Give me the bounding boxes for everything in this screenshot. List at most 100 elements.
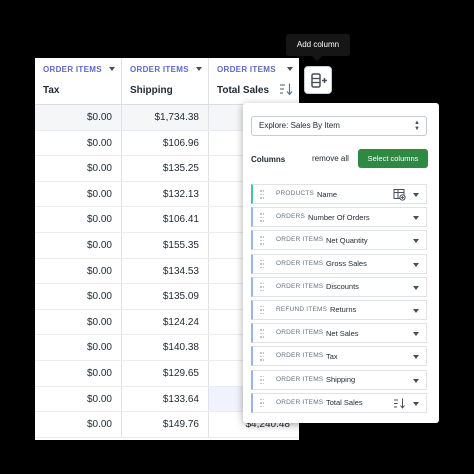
- select-columns-button[interactable]: Select columns: [358, 149, 428, 168]
- table-cell: $0.00: [35, 412, 122, 437]
- column-item-field: Name: [317, 189, 338, 199]
- column-field-label: Total Sales: [217, 85, 270, 96]
- column-item-field: Discounts: [326, 282, 359, 292]
- table-cell: $0.00: [35, 309, 122, 335]
- sort-icon[interactable]: [393, 397, 406, 410]
- drag-handle-icon[interactable]: [260, 398, 264, 408]
- table-cell: $0.00: [35, 181, 122, 207]
- add-column-button[interactable]: [304, 66, 332, 94]
- table-cell: $0.00: [35, 130, 122, 156]
- column-picker-panel: Explore: Sales By Item ▲ ▼ Columns remove…: [243, 103, 439, 423]
- column-item-field: Returns: [330, 305, 357, 315]
- column-item-field: Shipping: [326, 375, 356, 384]
- table-cell: $0.00: [35, 105, 122, 130]
- chevron-down-icon[interactable]: [109, 67, 115, 71]
- column-item[interactable]: ORDER ITEMS Net Quantity: [251, 230, 427, 251]
- chevron-down-icon[interactable]: [413, 332, 419, 337]
- drag-handle-icon[interactable]: [260, 352, 264, 361]
- columns-icon[interactable]: [393, 188, 406, 201]
- table-cell: $129.65: [122, 360, 209, 386]
- column-item-group: ORDER ITEMS: [276, 236, 324, 244]
- column-field-label: Shipping: [130, 85, 173, 96]
- column-item-group: PRODUCTS: [276, 190, 315, 197]
- column-header-shipping[interactable]: ORDER ITEMS Shipping: [122, 58, 209, 104]
- drag-handle-icon[interactable]: [260, 190, 264, 199]
- drag-handle-icon[interactable]: [260, 375, 264, 385]
- column-header-total-sales[interactable]: ORDER ITEMS Total Sales: [209, 58, 299, 104]
- drag-handle-icon[interactable]: [260, 213, 264, 222]
- remove-all-button[interactable]: remove all: [312, 154, 349, 163]
- table-cell: $149.76: [122, 412, 209, 437]
- column-item-field: Net Quantity: [326, 235, 368, 245]
- table-cell: $0.00: [35, 156, 122, 181]
- column-item[interactable]: PRODUCTS Name: [251, 184, 427, 204]
- drag-handle-icon[interactable]: [260, 236, 264, 245]
- column-list: PRODUCTS Name ORDERS Number Of Orders ORDER …: [251, 184, 427, 416]
- column-item-group: ORDER ITEMS: [276, 259, 324, 267]
- table-cell: $1,734.38: [122, 105, 209, 130]
- chevron-down-icon[interactable]: [413, 401, 419, 406]
- column-item-field: Tax: [326, 351, 338, 361]
- add-column-tooltip: Add column: [286, 34, 350, 61]
- column-item[interactable]: REFUND ITEMS Returns: [251, 299, 427, 320]
- column-item[interactable]: ORDERS Number Of Orders: [251, 207, 427, 228]
- explore-select[interactable]: Explore: Sales By Item ▲ ▼: [251, 116, 427, 136]
- table-header: ORDER ITEMS Tax ORDER ITEMS Shipping ORD…: [35, 58, 299, 105]
- column-item-group: REFUND ITEMS: [276, 305, 328, 313]
- table-cell: $106.41: [122, 207, 209, 232]
- table-cell: $0.00: [35, 207, 122, 232]
- column-item[interactable]: ORDER ITEMS Total Sales: [251, 392, 427, 413]
- column-field-label: Tax: [43, 85, 60, 96]
- column-item-group: ORDER ITEMS: [276, 282, 324, 290]
- chevron-down-icon[interactable]: [287, 67, 293, 71]
- add-column-icon: [311, 73, 327, 88]
- chevron-down-icon[interactable]: [413, 239, 419, 244]
- table-cell: $124.24: [122, 309, 209, 335]
- column-item-group: ORDER ITEMS: [276, 398, 324, 406]
- sort-icon[interactable]: [279, 82, 293, 96]
- table-cell: $133.64: [122, 386, 209, 412]
- column-item-group: ORDER ITEMS: [276, 375, 324, 383]
- table-cell: $155.35: [122, 232, 209, 258]
- chevron-down-icon[interactable]: [413, 285, 419, 290]
- column-item-group: ORDERS: [276, 213, 306, 221]
- explore-select-value: Explore: Sales By Item: [259, 121, 340, 130]
- column-item-field: Net Sales: [326, 328, 359, 338]
- chevron-down-icon[interactable]: [413, 262, 419, 267]
- table-cell: $106.96: [122, 130, 209, 156]
- column-item-group: ORDER ITEMS: [276, 352, 324, 360]
- column-group-label: ORDER ITEMS: [130, 65, 189, 74]
- chevron-down-icon[interactable]: [413, 193, 419, 197]
- column-item[interactable]: ORDER ITEMS Gross Sales: [251, 253, 427, 274]
- chevron-down-icon[interactable]: [413, 355, 419, 360]
- drag-handle-icon[interactable]: [260, 259, 264, 269]
- column-item-field: Total Sales: [326, 398, 363, 408]
- table-cell: $0.00: [35, 386, 122, 412]
- table-cell: $0.00: [35, 258, 122, 284]
- table-cell: $0.00: [35, 284, 122, 309]
- column-header-tax[interactable]: ORDER ITEMS Tax: [35, 58, 122, 104]
- chevron-down-icon[interactable]: [413, 308, 419, 313]
- columns-title: Columns: [251, 155, 286, 164]
- table-cell: $0.00: [35, 335, 122, 360]
- column-item[interactable]: ORDER ITEMS Discounts: [251, 276, 427, 297]
- column-item-field: Number Of Orders: [308, 212, 370, 222]
- chevron-down-icon[interactable]: [196, 67, 202, 71]
- select-arrows-icon: ▲ ▼: [414, 120, 420, 132]
- drag-handle-icon[interactable]: [260, 305, 264, 315]
- drag-handle-icon[interactable]: [260, 329, 264, 338]
- column-item[interactable]: ORDER ITEMS Net Sales: [251, 323, 427, 344]
- column-item-field: Gross Sales: [326, 259, 367, 269]
- column-item[interactable]: ORDER ITEMS Tax: [251, 346, 427, 367]
- column-item[interactable]: ORDER ITEMS Shipping: [251, 369, 427, 390]
- drag-handle-icon[interactable]: [260, 282, 264, 292]
- table-cell: $135.09: [122, 284, 209, 309]
- column-group-label: ORDER ITEMS: [217, 65, 276, 74]
- table-cell: $134.53: [122, 258, 209, 284]
- chevron-down-icon[interactable]: [413, 378, 419, 383]
- table-cell: $0.00: [35, 232, 122, 258]
- table-cell: $132.13: [122, 181, 209, 207]
- chevron-down-icon[interactable]: [413, 216, 419, 221]
- column-item-group: ORDER ITEMS: [276, 329, 324, 337]
- table-cell: $135.25: [122, 156, 209, 181]
